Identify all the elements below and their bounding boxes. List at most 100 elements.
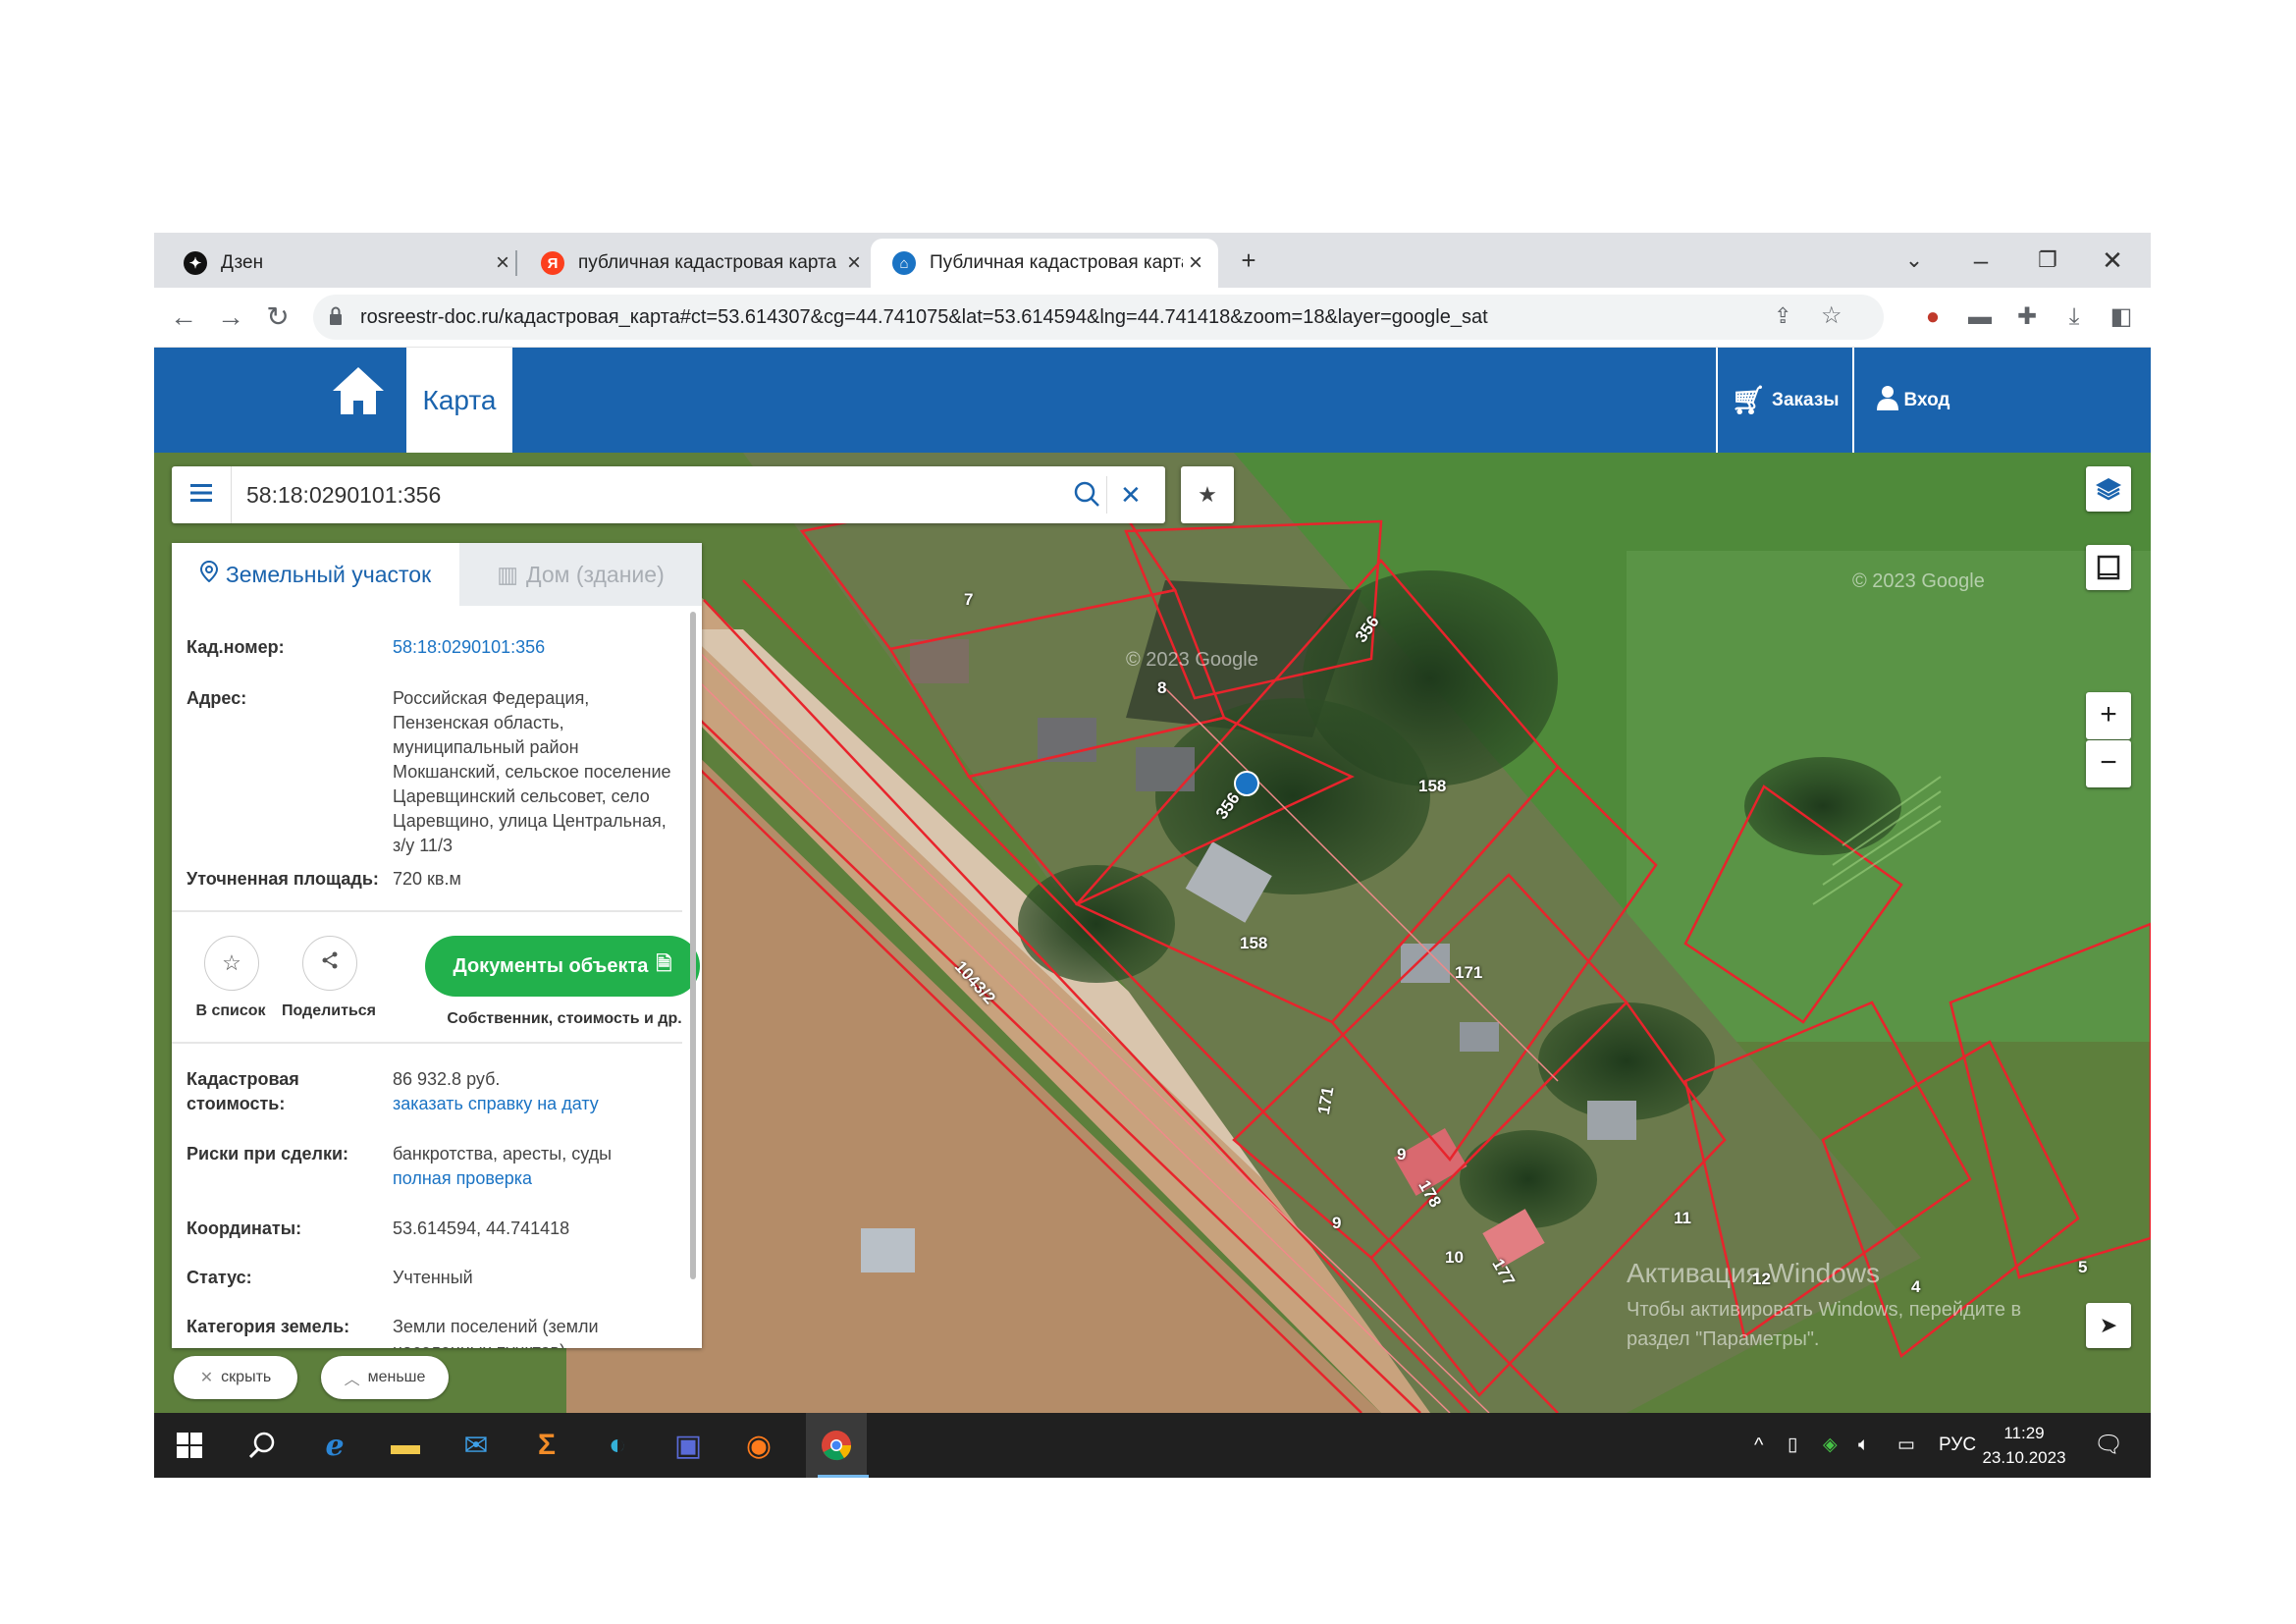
login-label: Вход — [1903, 389, 1950, 410]
bookmark-star-icon[interactable]: ☆ — [1821, 301, 1842, 330]
restore-button[interactable]: ❐ — [2023, 239, 2072, 282]
clear-search-icon[interactable]: ✕ — [1120, 466, 1142, 523]
status-label: Статус: — [187, 1268, 252, 1287]
language-indicator[interactable]: РУС — [1939, 1413, 1976, 1478]
calculator-app-icon[interactable]: Σ — [523, 1422, 570, 1469]
side-panel-icon[interactable]: ◧ — [2104, 299, 2139, 335]
google-watermark: © 2023 Google — [1126, 649, 1258, 671]
extension-icon[interactable]: ▬ — [1962, 299, 1998, 335]
extension-icon[interactable]: ● — [1915, 299, 1950, 335]
edge-icon[interactable]: ◐ — [594, 1422, 641, 1469]
chrome-icon[interactable] — [813, 1422, 860, 1469]
tray-chevron-icon[interactable]: ^ — [1754, 1413, 1763, 1478]
category-row: Категория земель: Земли поселений (земли… — [187, 1315, 682, 1348]
volume-icon[interactable]: 🔈︎ — [1858, 1413, 1869, 1478]
forward-button[interactable]: → — [211, 298, 250, 337]
clock[interactable]: 11:29 23.10.2023 — [1980, 1421, 2068, 1470]
risk-value: банкротства, аресты, суды — [393, 1144, 613, 1164]
status-value: Учтенный — [393, 1268, 473, 1287]
share-icon — [322, 951, 338, 969]
plot-label: 158 — [1240, 934, 1268, 952]
tab-title: Публичная кадастровая карта — [930, 252, 1183, 273]
category-label: Категория земель: — [187, 1317, 350, 1336]
ruler-button[interactable] — [2086, 545, 2131, 590]
zoom-out-button[interactable]: − — [2086, 740, 2131, 787]
tab-yandex-search[interactable]: Я публичная кадастровая карта - × — [519, 239, 877, 288]
plot-label: 5 — [2078, 1258, 2088, 1276]
menu-button[interactable] — [172, 466, 232, 523]
firefox-icon[interactable]: ◉ — [735, 1422, 782, 1469]
minimize-button[interactable]: – — [1956, 239, 2005, 282]
search-input[interactable]: 58:18:0290101:356 — [246, 466, 441, 523]
favorites-star-button[interactable]: ★ — [1181, 466, 1234, 523]
map-pin-icon — [199, 560, 218, 588]
category-value: Земли поселений (земли населенных пункто… — [393, 1317, 599, 1348]
tray-antivirus-icon[interactable]: ◈ — [1823, 1413, 1838, 1478]
new-tab-button[interactable]: + — [1224, 239, 1273, 282]
nav-map-tab[interactable]: Карта — [406, 348, 512, 453]
close-window-button[interactable]: ✕ — [2088, 239, 2137, 282]
order-certificate-link[interactable]: заказать справку на дату — [393, 1092, 677, 1116]
login-button[interactable]: Вход — [1852, 348, 1972, 453]
mail-icon[interactable]: ✉ — [453, 1422, 500, 1469]
risk-label: Риски при сделки: — [187, 1144, 349, 1164]
close-icon[interactable]: × — [490, 249, 515, 277]
windows-taskbar: e ▬ ✉ Σ ◐ ▣ ◉ ^ ▯ ◈ 🔈︎ ▭ РУС 11:29 23.10… — [154, 1413, 2151, 1478]
tab-land-plot[interactable]: Земельный участок — [172, 543, 459, 606]
network-icon[interactable]: ▭ — [1897, 1413, 1915, 1478]
windows-activation-title: Активация Windows — [1627, 1258, 1881, 1288]
tray-device-icon[interactable]: ▯ — [1788, 1413, 1797, 1478]
clock-date: 23.10.2023 — [1982, 1448, 2066, 1467]
location-marker-icon[interactable] — [1234, 771, 1259, 796]
file-explorer-icon[interactable]: ▬ — [382, 1422, 429, 1469]
download-icon[interactable]: ⤓ — [2056, 299, 2092, 335]
add-to-list-label: В список — [195, 1002, 266, 1019]
geolocate-button[interactable]: ➤ — [2086, 1303, 2131, 1348]
plot-label: 9 — [1332, 1214, 1342, 1232]
close-icon: ✕ — [199, 1370, 214, 1386]
full-check-link[interactable]: полная проверка — [393, 1166, 677, 1191]
panel-scrollbar[interactable] — [690, 612, 696, 1279]
plot-label: 4 — [1911, 1277, 1921, 1296]
navigation-arrow-icon: ➤ — [2099, 1313, 2118, 1337]
coords-row: Координаты: 53.614594, 44.741418 — [187, 1217, 682, 1246]
windows-start-icon[interactable] — [166, 1422, 213, 1469]
share-page-icon[interactable]: ⇪ — [1774, 303, 1791, 329]
map-canvas[interactable]: 7 8 356 356 158 158 171 171 1043/2 9 9 1… — [154, 453, 2151, 1413]
save-app-icon[interactable]: ▣ — [665, 1422, 712, 1469]
zoom-in-button[interactable]: + — [2086, 692, 2131, 739]
tab-search-chevron-icon[interactable]: ⌄ — [1890, 239, 1939, 282]
chevron-up-icon: ︿ — [344, 1372, 360, 1388]
windows-activation-text: Чтобы активировать Windows, перейдите в … — [1627, 1299, 2022, 1350]
home-icon[interactable] — [329, 361, 388, 420]
area-label: Уточненная площадь: — [187, 869, 379, 889]
tab-house[interactable]: ▥ Дом (здание) — [459, 543, 702, 606]
notifications-icon[interactable]: 🗨︎ — [2094, 1413, 2123, 1478]
hide-panel-button[interactable]: ✕ скрыть — [174, 1356, 297, 1399]
taskbar-search-icon[interactable] — [239, 1422, 286, 1469]
orders-button[interactable]: 🛒︎ Заказы — [1716, 348, 1852, 453]
add-to-list-button[interactable]: ☆ — [204, 936, 259, 991]
internet-explorer-icon[interactable]: e — [311, 1422, 358, 1469]
clock-time: 11:29 — [2003, 1424, 2045, 1442]
tab-title: публичная кадастровая карта - — [578, 252, 841, 273]
yandex-icon: Я — [541, 251, 564, 275]
tab-cadastral-map[interactable]: ⌂ Публичная кадастровая карта × — [871, 239, 1218, 288]
cad-number-link[interactable]: 58:18:0290101:356 — [393, 635, 677, 660]
back-button[interactable]: ← — [164, 298, 203, 337]
site-header: Карта 🛒︎ Заказы Вход — [154, 348, 2151, 453]
cost-row: Кадастровая стоимость: 86 932.8 руб. зак… — [187, 1067, 682, 1122]
hamburger-icon — [190, 483, 212, 507]
extensions-puzzle-icon[interactable]: ✚ — [2009, 299, 2045, 335]
close-icon[interactable]: × — [841, 249, 867, 277]
tab-zen[interactable]: ✦ Дзен × — [162, 239, 525, 288]
share-button[interactable] — [302, 936, 357, 991]
less-button[interactable]: ︿ меньше — [321, 1356, 449, 1399]
omnibox[interactable]: rosreestr-doc.ru/кадастровая_карта#ct=53… — [313, 295, 1884, 340]
search-icon[interactable] — [1073, 480, 1100, 513]
url-text: rosreestr-doc.ru/кадастровая_карта#ct=53… — [360, 306, 1488, 328]
reload-button[interactable]: ↻ — [258, 298, 297, 337]
object-documents-button[interactable]: Документы объекта 🗎︎ — [425, 936, 700, 997]
close-icon[interactable]: × — [1183, 249, 1208, 277]
layers-button[interactable] — [2086, 466, 2131, 512]
